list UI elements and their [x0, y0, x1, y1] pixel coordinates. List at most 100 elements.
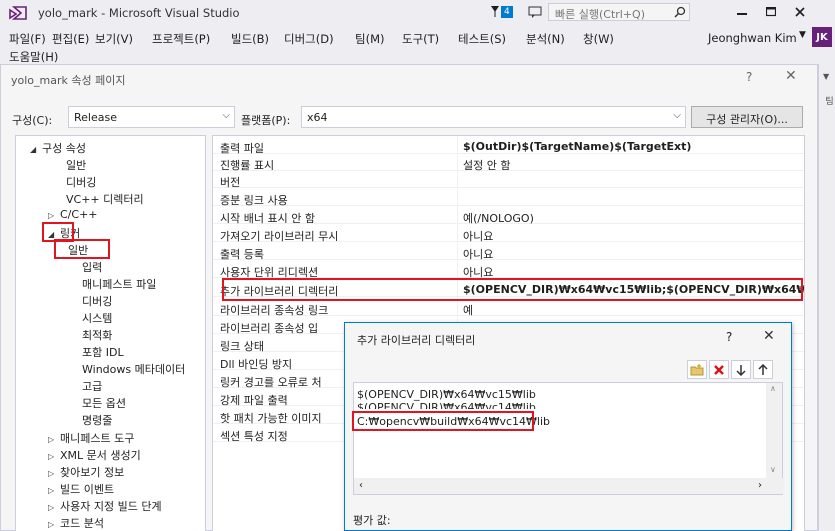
- tree-item-debugging[interactable]: 디버깅: [66, 174, 96, 190]
- platform-value: x64: [307, 111, 328, 124]
- tree-item-manifest-tool[interactable]: ▷ 매니페스트 도구: [48, 430, 134, 446]
- tree-collapsed-icon[interactable]: ▷: [48, 520, 60, 529]
- tree-item-windows-metadata[interactable]: Windows 메타데이터: [82, 361, 185, 377]
- tree-item-manifest-file[interactable]: 매니페스트 파일: [82, 276, 156, 292]
- property-tree: ◢ 구성 속성 일반 디버깅 VC++ 디렉터리 ▷ C/C++ ◢ 링커 일반 입력…: [15, 135, 206, 531]
- move-up-button[interactable]: [753, 360, 773, 379]
- tree-item-build-events[interactable]: ▷ 빌드 이벤트: [48, 481, 114, 497]
- tree-collapsed-icon[interactable]: ▷: [48, 435, 60, 444]
- table-row[interactable]: 사용자 단위 리디렉션 아니요: [213, 262, 804, 279]
- list-item[interactable]: C:₩opencv₩build₩x64₩vc14₩lib: [357, 415, 550, 428]
- menu-debug[interactable]: 디버그(D): [284, 31, 334, 47]
- tree-item-all-options[interactable]: 모든 옵션: [82, 395, 126, 411]
- menu-help[interactable]: 도움말(H): [9, 49, 58, 65]
- table-row[interactable]: 가져오기 라이브러리 무시 아니요: [213, 226, 804, 243]
- tree-item-command-line[interactable]: 명령줄: [82, 412, 112, 428]
- tree-item-cpp[interactable]: ▷ C/C++: [48, 208, 98, 221]
- move-down-button[interactable]: [731, 360, 751, 379]
- tree-collapsed-icon[interactable]: ▷: [48, 486, 60, 495]
- arrow-up-icon: [758, 363, 768, 375]
- table-row[interactable]: 라이브러리 종속성 링크 예: [213, 300, 804, 317]
- table-row[interactable]: 출력 등록 아니요: [213, 244, 804, 261]
- tree-expanded-icon[interactable]: ◢: [48, 230, 60, 239]
- tree-collapsed-icon[interactable]: ▷: [48, 452, 60, 461]
- table-row[interactable]: 진행률 표시 설정 안 함: [213, 155, 804, 172]
- notification-flag-icon: [491, 6, 499, 17]
- new-line-button[interactable]: [687, 360, 707, 379]
- menu-bar: 파일(F) 편집(E) 보기(V) 프로젝트(P) 빌드(B) 디버그(D) 팀…: [0, 26, 835, 64]
- menu-build[interactable]: 빌드(B): [231, 31, 269, 47]
- horizontal-scrollbar[interactable]: ‹ ›: [354, 478, 784, 494]
- config-manager-button[interactable]: 구성 관리자(O)...: [691, 106, 803, 128]
- feedback-icon[interactable]: [528, 5, 542, 22]
- additional-library-directories-dialog: 추가 라이브러리 디렉터리 ? ✕ $(OPENCV_DIR)₩x64₩vc15…: [344, 322, 792, 531]
- table-row-additional-lib-dirs[interactable]: 추가 라이브러리 디렉터리 $(OPENCV_DIR)₩x64₩vc15₩lib;…: [213, 281, 804, 298]
- chevron-down-icon[interactable]: ▼: [799, 30, 806, 40]
- notification-count: 4: [501, 5, 513, 18]
- tree-item-code-analysis[interactable]: ▷ 코드 분석: [48, 515, 104, 531]
- close-dialog-button[interactable]: ✕: [763, 328, 775, 344]
- directory-list[interactable]: $(OPENCV_DIR)₩x64₩vc15₩lib $(OPENCV_DIR)…: [353, 382, 784, 495]
- menu-team[interactable]: 팀(M): [355, 31, 384, 47]
- close-dialog-button[interactable]: ✕: [785, 68, 797, 84]
- menu-view[interactable]: 보기(V): [95, 31, 133, 47]
- help-button[interactable]: ?: [746, 70, 752, 84]
- scroll-left-icon[interactable]: ‹: [359, 480, 363, 491]
- menu-project[interactable]: 프로젝트(P): [152, 31, 210, 47]
- notifications[interactable]: 4: [490, 5, 513, 18]
- search-icon: [674, 6, 686, 21]
- user-name[interactable]: Jeonghwan Kim: [708, 31, 797, 45]
- tree-item-vc-directories[interactable]: VC++ 디렉터리: [66, 191, 144, 207]
- tree-collapsed-icon[interactable]: ▷: [48, 503, 60, 512]
- vertical-scrollbar[interactable]: ∧ ∨: [766, 383, 782, 480]
- avatar[interactable]: JK: [812, 27, 832, 47]
- scroll-right-icon[interactable]: ›: [758, 480, 762, 491]
- tree-item-linker[interactable]: ◢ 링커: [48, 225, 80, 241]
- delete-line-button[interactable]: [709, 360, 729, 379]
- chevron-down-icon[interactable]: ▼: [823, 72, 829, 81]
- tree-collapsed-icon[interactable]: ▷: [48, 469, 60, 478]
- addlib-toolbar: [687, 360, 773, 379]
- tree-collapsed-icon[interactable]: ▷: [48, 211, 60, 220]
- tree-item-config-properties[interactable]: ◢ 구성 속성: [30, 140, 86, 156]
- menu-edit[interactable]: 편집(E): [52, 31, 89, 47]
- scroll-up-icon[interactable]: ∧: [770, 384, 776, 393]
- tree-item-browse-information[interactable]: ▷ 찾아보기 정보: [48, 464, 124, 480]
- minimize-button[interactable]: [728, 2, 756, 22]
- tree-item-system[interactable]: 시스템: [82, 310, 112, 326]
- tree-item-optimization[interactable]: 최적화: [82, 327, 112, 343]
- team-explorer-tab[interactable]: 팀: [822, 96, 835, 105]
- visual-studio-logo-icon: [8, 6, 28, 23]
- tree-item-advanced[interactable]: 고급: [82, 378, 102, 394]
- addlib-dialog-title: 추가 라이브러리 디렉터리: [357, 334, 476, 347]
- table-row[interactable]: 출력 파일 $(OutDir)$(TargetName)$(TargetExt): [213, 138, 804, 155]
- menu-window[interactable]: 창(W): [583, 31, 614, 47]
- table-row[interactable]: 시작 배너 표시 안 함 예(/NOLOGO): [213, 208, 804, 225]
- list-item[interactable]: $(OPENCV_DIR)₩x64₩vc15₩lib: [357, 388, 536, 401]
- menu-analyze[interactable]: 분석(N): [526, 31, 565, 47]
- config-select[interactable]: Release ⌵: [68, 106, 235, 128]
- maximize-button[interactable]: [757, 2, 785, 22]
- tree-item-xml-doc-generator[interactable]: ▷ XML 문서 생성기: [48, 447, 141, 463]
- tree-item-custom-build-step[interactable]: ▷ 사용자 지정 빌드 단계: [48, 498, 162, 514]
- tree-item-linker-general[interactable]: 일반: [68, 242, 88, 258]
- help-button[interactable]: ?: [726, 330, 732, 344]
- tree-item-linker-debugging[interactable]: 디버깅: [82, 293, 112, 309]
- tree-item-general[interactable]: 일반: [66, 157, 86, 173]
- menu-tools[interactable]: 도구(T): [402, 31, 439, 47]
- platform-select[interactable]: x64 ⌵: [301, 106, 686, 128]
- menu-test[interactable]: 테스트(S): [458, 31, 506, 47]
- table-row[interactable]: 증분 링크 사용: [213, 190, 804, 207]
- dialog-title: yolo_mark 속성 페이지: [11, 74, 126, 87]
- arrow-down-icon: [736, 364, 746, 376]
- tree-item-embedded-idl[interactable]: 포함 IDL: [82, 344, 124, 360]
- window-title: yolo_mark - Microsoft Visual Studio: [38, 6, 240, 20]
- tree-item-input[interactable]: 입력: [82, 259, 102, 275]
- tree-expanded-icon[interactable]: ◢: [30, 145, 42, 154]
- list-item[interactable]: $(OPENCV_DIR)₩x64₩vc14₩lib: [357, 401, 536, 409]
- close-window-button[interactable]: [786, 2, 814, 22]
- scroll-down-icon[interactable]: ∨: [770, 465, 776, 474]
- table-row[interactable]: 버전: [213, 172, 804, 189]
- menu-file[interactable]: 파일(F): [9, 31, 46, 47]
- quick-launch-input[interactable]: 빠른 실행(Ctrl+Q): [548, 3, 690, 21]
